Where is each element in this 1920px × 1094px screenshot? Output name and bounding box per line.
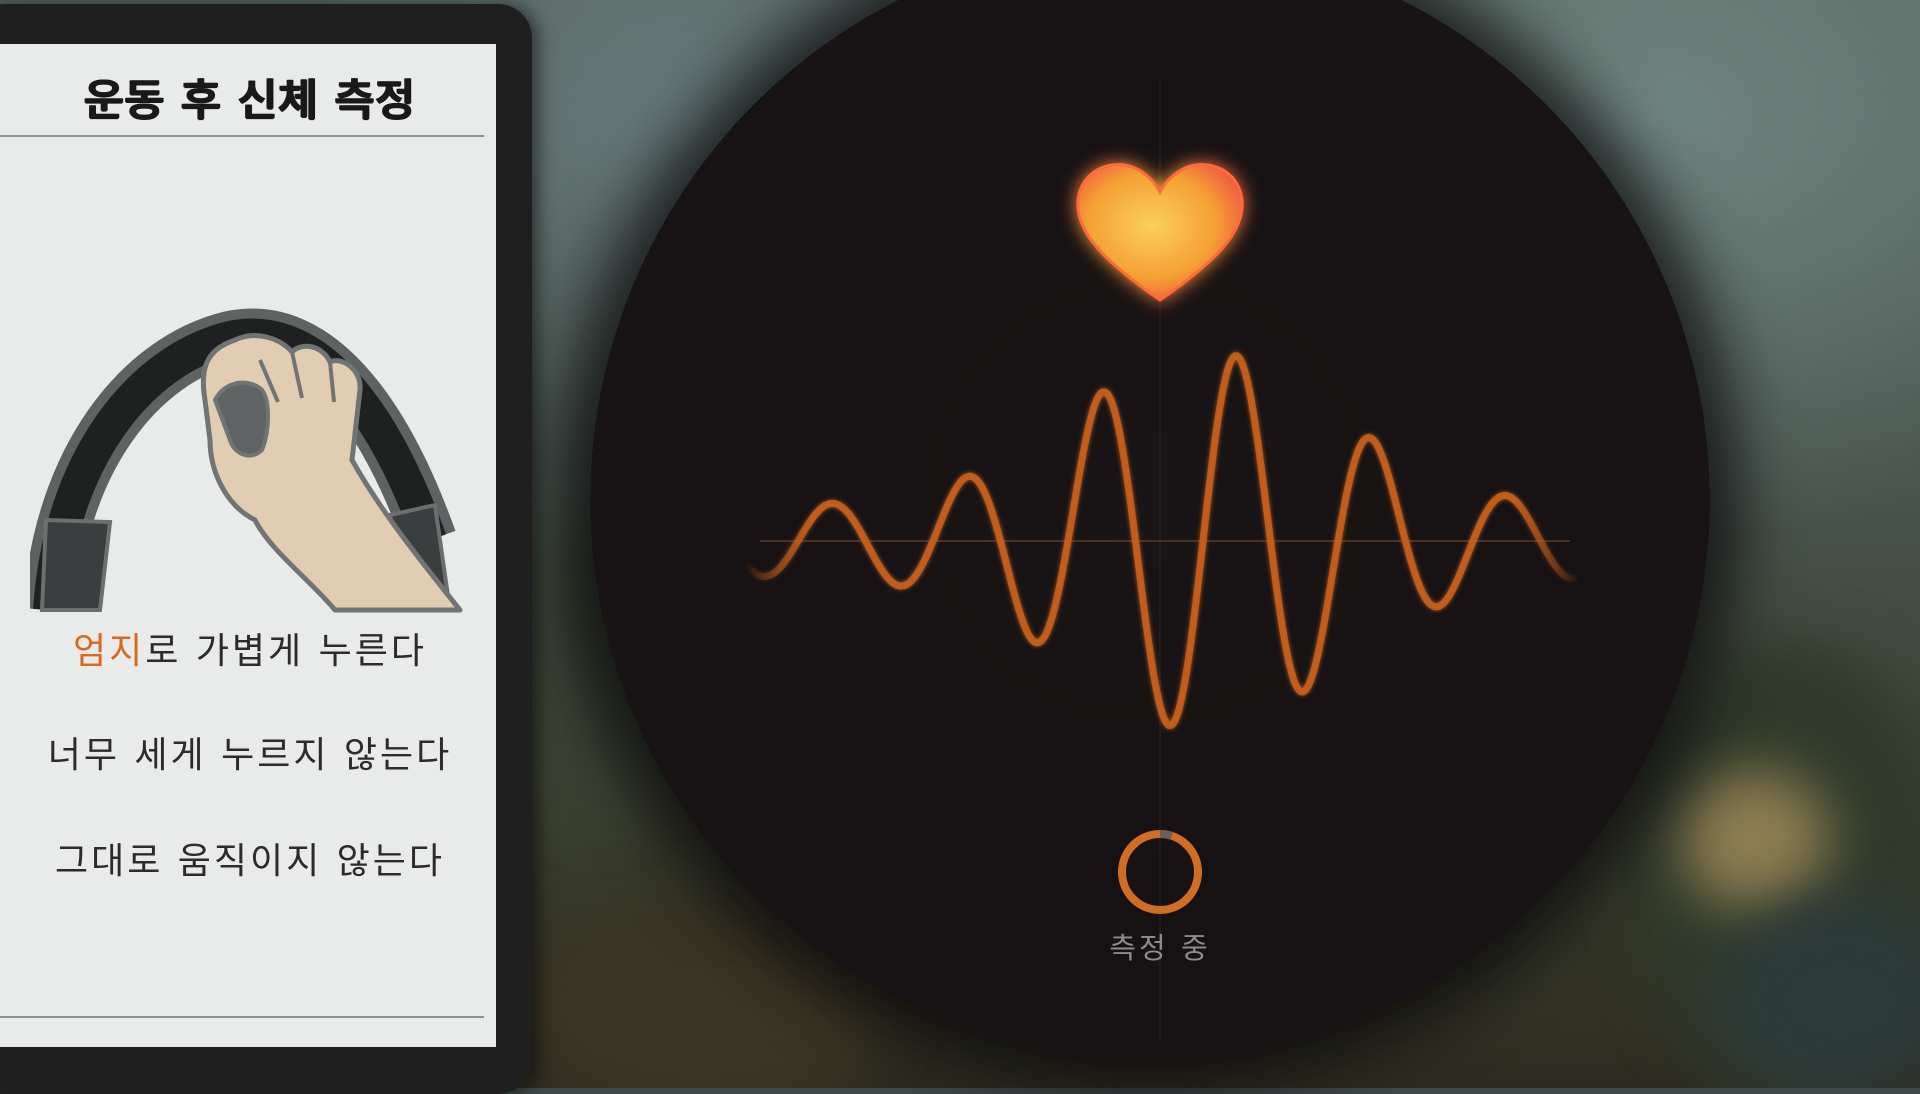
card-title: 운동 후 신체 측정 xyxy=(84,76,416,126)
instruction-highlight-thumb: 엄지 xyxy=(73,631,146,672)
instruction-line-1: 엄지로 가볍게 누른다 xyxy=(0,622,500,674)
bottom-divider xyxy=(0,1016,484,1018)
thumb-press-ring-con-icon xyxy=(30,308,463,613)
instruction-line-3: 그대로 움직이지 않는다 xyxy=(54,841,446,882)
instruction-card: 운동 후 신체 측정 엄지로 가볍게 누른다 너무 세게 누르지 않는다 그대로… xyxy=(0,44,496,1047)
measuring-status: 측정 중 xyxy=(1109,931,1211,965)
title-divider xyxy=(0,135,484,137)
instruction-line-2: 너무 세게 누르지 않는다 xyxy=(47,735,453,776)
instruction-line-1-text: 로 가볍게 누른다 xyxy=(145,631,427,672)
